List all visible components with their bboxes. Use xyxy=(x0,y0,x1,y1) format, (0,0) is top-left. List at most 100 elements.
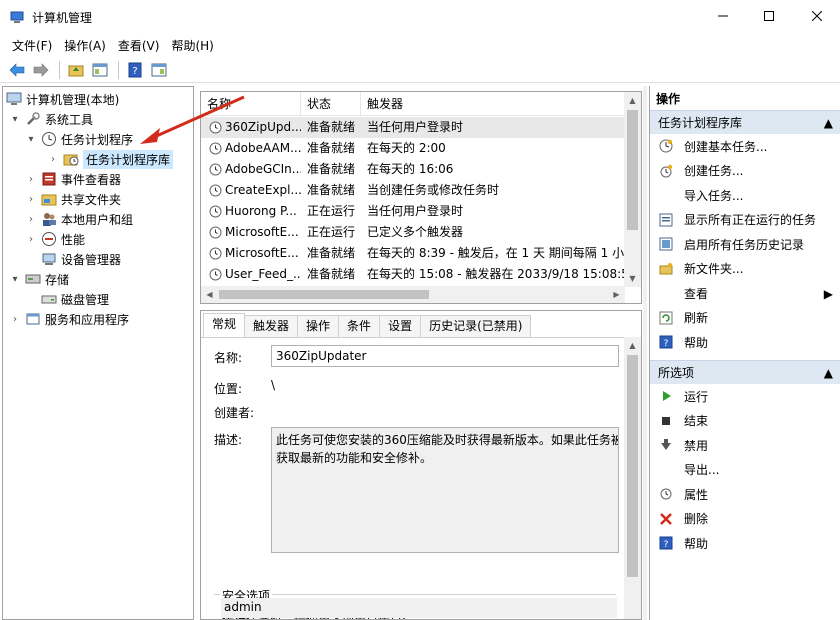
column-header-trigger[interactable]: 触发器 xyxy=(361,92,625,116)
tree-item-services-applications[interactable]: › 服务和应用程序 xyxy=(9,309,129,329)
detail-vertical-scrollbar[interactable]: ▲ xyxy=(624,337,641,619)
expanded-chevron-icon[interactable]: ▾ xyxy=(9,114,21,125)
scroll-thumb[interactable] xyxy=(627,110,638,230)
task-list-vertical-scrollbar[interactable]: ▲ ▼ xyxy=(624,92,641,287)
back-arrow-icon xyxy=(9,62,25,77)
scroll-thumb[interactable] xyxy=(627,355,638,577)
action-run[interactable]: 运行 xyxy=(650,385,840,407)
tree-item-shared-folders[interactable]: › 共享文件夹 xyxy=(25,189,121,209)
action-label: 结束 xyxy=(684,414,709,428)
table-row[interactable]: User_Feed_... 准备就绪 在每天的 15:08 - 触发器在 2033/… xyxy=(201,264,625,285)
tab-history[interactable]: 历史记录(已禁用) xyxy=(420,315,532,337)
action-import-task[interactable]: 导入任务... xyxy=(650,184,840,206)
tree-item-performance[interactable]: › 性能 xyxy=(25,229,85,249)
column-header-status[interactable]: 状态 xyxy=(301,92,361,116)
task-list-horizontal-scrollbar[interactable]: ◀ ▶ xyxy=(201,286,625,303)
table-row[interactable]: AdobeGCIn... 准备就绪 在每天的 16:06 xyxy=(201,159,625,180)
action-label: 创建任务... xyxy=(684,164,744,178)
description-field[interactable]: 此任务可使您安装的360压缩能及时获得最新版本。如果此任务被 获取最新的功能和安… xyxy=(271,427,619,553)
maximize-icon xyxy=(764,11,774,21)
delete-icon xyxy=(658,511,674,527)
tab-general[interactable]: 常规 xyxy=(203,313,246,337)
maximize-button[interactable] xyxy=(746,0,792,32)
menu-help[interactable]: 帮助(H) xyxy=(165,34,219,56)
scroll-up-icon[interactable]: ▲ xyxy=(624,337,641,354)
collapsed-chevron-icon[interactable]: › xyxy=(9,314,21,325)
help-button[interactable]: ? xyxy=(124,59,146,81)
pane-splitter[interactable] xyxy=(643,86,647,620)
scroll-left-icon[interactable]: ◀ xyxy=(201,286,218,303)
show-hide-action-pane-button[interactable] xyxy=(148,59,170,81)
run-icon xyxy=(658,388,674,404)
disable-icon xyxy=(658,437,674,453)
tree-item-task-scheduler[interactable]: ▾ 任务计划程序 xyxy=(25,129,133,149)
action-help-selected[interactable]: ? 帮助 xyxy=(650,532,840,554)
tab-conditions[interactable]: 条件 xyxy=(338,315,381,337)
scroll-right-icon[interactable]: ▶ xyxy=(608,286,625,303)
collapsed-chevron-icon[interactable]: › xyxy=(25,234,37,245)
forward-button[interactable] xyxy=(30,59,52,81)
tab-settings[interactable]: 设置 xyxy=(379,315,422,337)
show-hide-tree-button[interactable] xyxy=(89,59,111,81)
tree-item-device-manager[interactable]: 设备管理器 xyxy=(41,249,121,269)
task-trigger-cell: 在每天的 15:08 - 触发器在 2033/9/18 15:08:5 xyxy=(367,267,625,281)
task-name: AdobeGCIn... xyxy=(225,162,301,176)
tree-item-local-users-groups[interactable]: › 本地用户和组 xyxy=(25,209,133,229)
tab-triggers[interactable]: 触发器 xyxy=(244,315,299,337)
action-refresh[interactable]: 刷新 xyxy=(650,307,840,329)
task-name-field[interactable]: 360ZipUpdater xyxy=(271,345,619,367)
back-button[interactable] xyxy=(6,59,28,81)
scroll-down-icon[interactable]: ▼ xyxy=(624,270,641,287)
collapse-up-icon[interactable]: ▲ xyxy=(824,116,833,130)
action-export[interactable]: 导出... xyxy=(650,459,840,481)
action-enable-history[interactable]: 启用所有任务历史记录 xyxy=(650,233,840,255)
action-show-running[interactable]: 显示所有正在运行的任务 xyxy=(650,209,840,231)
expanded-chevron-icon[interactable]: ▾ xyxy=(25,134,37,145)
collapsed-chevron-icon[interactable]: › xyxy=(25,174,37,185)
action-create-task[interactable]: 创建任务... xyxy=(650,160,840,182)
collapsed-chevron-icon[interactable]: › xyxy=(47,154,59,165)
task-trigger-cell: 当任何用户登录时 xyxy=(367,204,464,218)
expanded-chevron-icon[interactable]: ▾ xyxy=(9,274,21,285)
scroll-thumb[interactable] xyxy=(219,290,429,299)
table-row[interactable]: Huorong P... 正在运行 当任何用户登录时 xyxy=(201,201,625,222)
table-row[interactable]: CreateExpl... 准备就绪 当创建任务或修改任务时 xyxy=(201,180,625,201)
action-view[interactable]: 查看 ▶ xyxy=(650,282,840,304)
new-folder-icon xyxy=(658,261,674,277)
actions-section-selected-item[interactable]: 所选项 ▲ xyxy=(650,360,840,384)
task-detail-panel: 常规 触发器 操作 条件 设置 历史记录(已禁用) 名称: 360ZipUpda… xyxy=(200,310,642,620)
table-row[interactable]: MicrosoftE... 准备就绪 在每天的 8:39 - 触发后，在 1 天 期… xyxy=(201,243,625,264)
minimize-button[interactable] xyxy=(700,0,746,32)
collapsed-chevron-icon[interactable]: › xyxy=(25,194,37,205)
task-trigger-cell: 在每天的 2:00 xyxy=(367,141,446,155)
action-disable[interactable]: 禁用 xyxy=(650,434,840,456)
table-row[interactable]: 360ZipUpd... 准备就绪 当任何用户登录时 xyxy=(201,117,625,138)
close-button[interactable] xyxy=(794,0,840,32)
tree-item-task-scheduler-library[interactable]: › 任务计划程序库 xyxy=(47,149,174,169)
run-as-user-field[interactable]: admin xyxy=(221,598,617,618)
table-row[interactable]: MicrosoftE... 正在运行 已定义多个触发器 xyxy=(201,222,625,243)
action-create-basic-task[interactable]: 创建基本任务... xyxy=(650,135,840,157)
collapse-up-icon[interactable]: ▲ xyxy=(824,366,833,380)
tree-item-computer-management[interactable]: 计算机管理(本地) xyxy=(6,89,119,109)
action-new-folder[interactable]: 新文件夹... xyxy=(650,258,840,280)
tree-item-event-viewer[interactable]: › 事件查看器 xyxy=(25,169,121,189)
menu-file[interactable]: 文件(F) xyxy=(6,34,58,56)
tree-item-disk-management[interactable]: 磁盘管理 xyxy=(41,289,109,309)
action-delete[interactable]: 删除 xyxy=(650,508,840,530)
action-end[interactable]: 结束 xyxy=(650,410,840,432)
stop-icon xyxy=(658,413,674,429)
up-folder-button[interactable] xyxy=(65,59,87,81)
action-properties[interactable]: 属性 xyxy=(650,483,840,505)
actions-section-task-library[interactable]: 任务计划程序库 ▲ xyxy=(650,110,840,134)
tab-actions[interactable]: 操作 xyxy=(297,315,340,337)
table-row[interactable]: AdobeAAM... 准备就绪 在每天的 2:00 xyxy=(201,138,625,159)
menu-action[interactable]: 操作(A) xyxy=(58,34,112,56)
collapsed-chevron-icon[interactable]: › xyxy=(25,214,37,225)
tree-item-storage[interactable]: ▾ 存储 xyxy=(9,269,69,289)
tree-item-system-tools[interactable]: ▾ 系统工具 xyxy=(9,109,93,129)
menu-view[interactable]: 查看(V) xyxy=(112,34,166,56)
scroll-up-icon[interactable]: ▲ xyxy=(624,92,641,109)
tree-label: 服务和应用程序 xyxy=(45,312,130,327)
action-help[interactable]: ? 帮助 xyxy=(650,331,840,353)
